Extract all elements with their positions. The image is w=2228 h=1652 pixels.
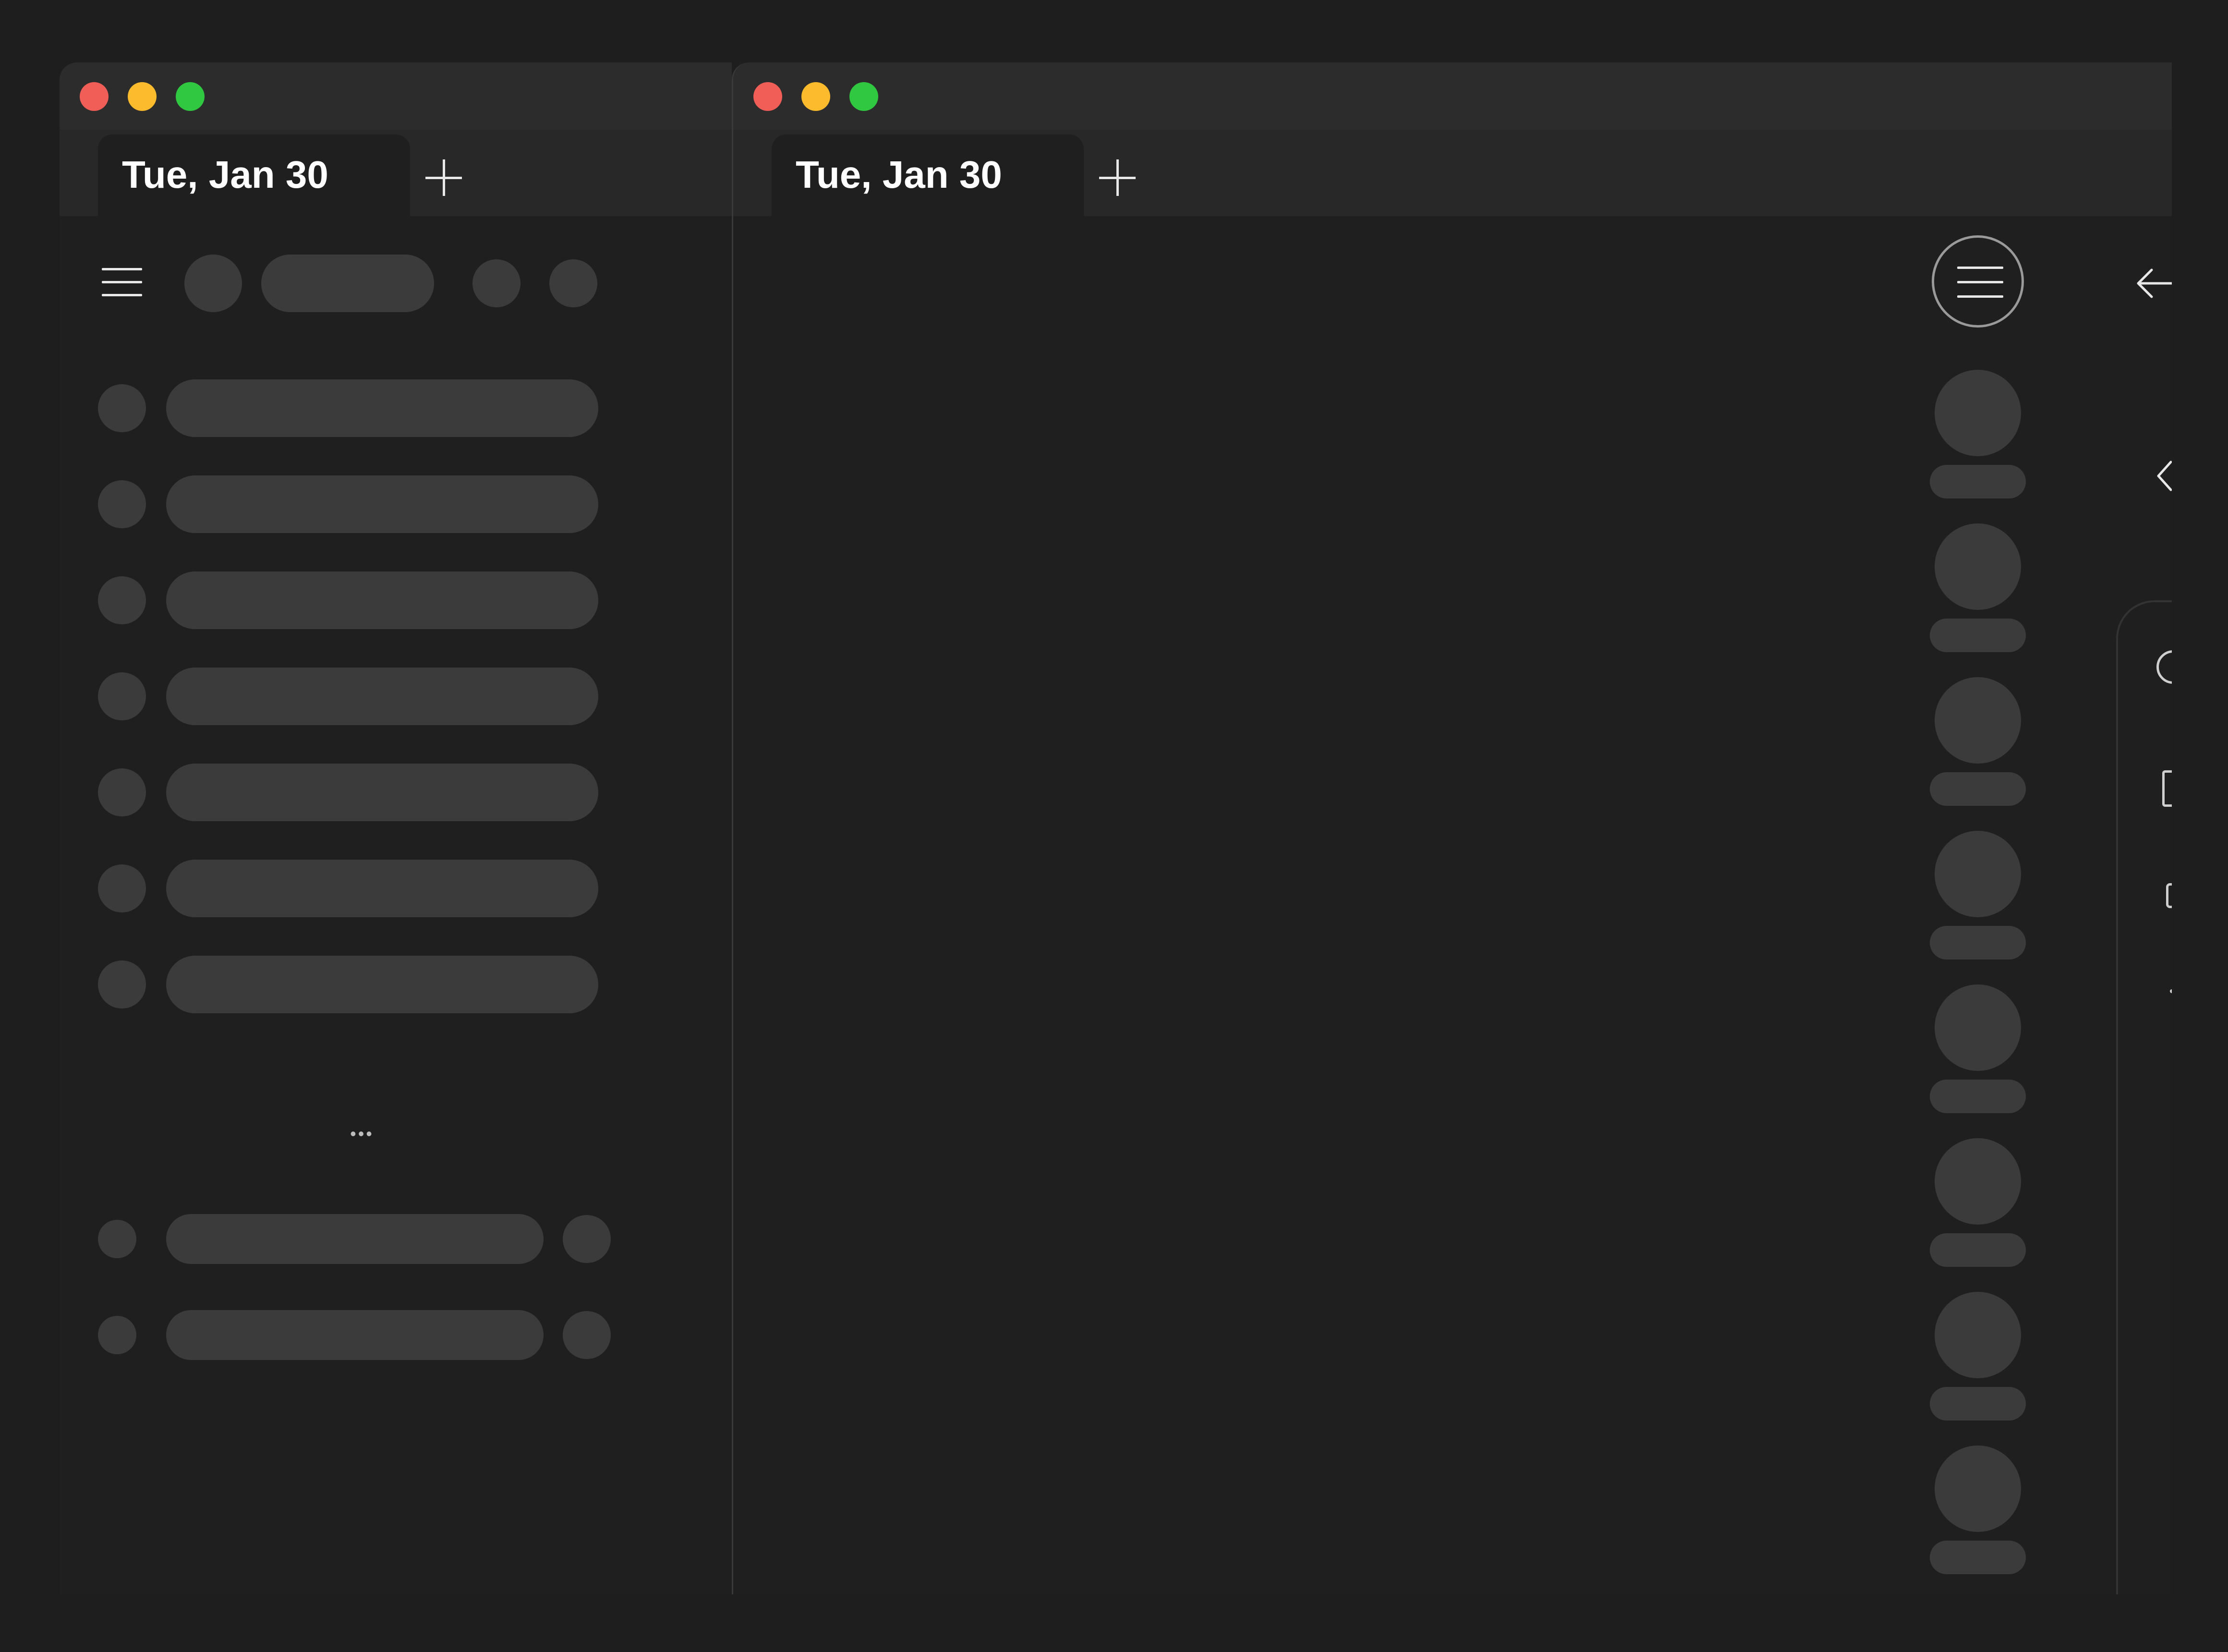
list-item[interactable] [166, 475, 598, 533]
more-indicator[interactable]: ••• [319, 1124, 405, 1144]
new-tab-button[interactable] [424, 158, 463, 197]
menu-icon[interactable] [102, 268, 142, 297]
rail-item-label [1930, 1233, 2026, 1267]
panel-icon[interactable] [2166, 883, 2172, 908]
list-item[interactable] [166, 571, 598, 629]
rail-item-label [1930, 926, 2026, 960]
rail-item-icon[interactable] [1935, 831, 2021, 917]
footer-item-action[interactable] [563, 1311, 611, 1359]
title-bar [60, 62, 732, 130]
new-tab-button[interactable] [1098, 158, 1137, 197]
toolbar-action[interactable] [472, 259, 521, 307]
panel-icon[interactable] [2156, 650, 2172, 684]
footer-item-icon [98, 1316, 136, 1354]
rail-item-label [1930, 1080, 2026, 1113]
back-arrow-icon[interactable] [2135, 264, 2172, 303]
footer-item[interactable] [166, 1310, 544, 1360]
rail-item-icon[interactable] [1935, 1292, 2021, 1378]
list-item-icon [98, 864, 146, 912]
list-item[interactable] [166, 956, 598, 1013]
rail-item-label [1930, 1387, 2026, 1421]
list-item-icon [98, 384, 146, 432]
rail-item-icon[interactable] [1935, 370, 2021, 456]
tab-title: Tue, Jan 30 [122, 153, 328, 196]
title-bar [733, 62, 2172, 130]
rail-item-icon[interactable] [1935, 677, 2021, 764]
tab[interactable]: Tue, Jan 30 [98, 134, 410, 216]
rail-item-label [1930, 1541, 2026, 1574]
list-item[interactable] [166, 379, 598, 437]
list-item-icon [98, 768, 146, 816]
toolbar-avatar[interactable] [184, 255, 242, 312]
close-window-button[interactable] [753, 82, 782, 111]
window-left: Tue, Jan 30 ••• [60, 62, 732, 1594]
footer-item-action[interactable] [563, 1215, 611, 1263]
rail-item-icon[interactable] [1935, 984, 2021, 1071]
menu-button[interactable] [1932, 235, 2024, 328]
tab[interactable]: Tue, Jan 30 [772, 134, 1084, 216]
menu-icon [1957, 267, 2003, 300]
list-item-icon [98, 576, 146, 624]
list-item-icon [98, 672, 146, 720]
toolbar-action[interactable] [549, 259, 597, 307]
footer-item-icon [98, 1220, 136, 1258]
minimize-window-button[interactable] [128, 82, 157, 111]
window-right: Tue, Jan 30 [732, 62, 2172, 1594]
list-item[interactable] [166, 764, 598, 821]
list-item[interactable] [166, 860, 598, 917]
footer-item[interactable] [166, 1214, 544, 1264]
rail-item-icon[interactable] [1935, 1446, 2021, 1532]
panel-icon[interactable] [2162, 770, 2172, 807]
rail-item-label [1930, 619, 2026, 652]
zoom-window-button[interactable] [849, 82, 878, 111]
toolbar-search-placeholder[interactable] [261, 255, 434, 312]
minimize-window-button[interactable] [801, 82, 830, 111]
list-item-icon [98, 960, 146, 1008]
rail-item-icon[interactable] [1935, 523, 2021, 610]
panel-dot [2170, 989, 2172, 993]
chevron-left-icon[interactable] [2155, 459, 2172, 493]
rail-item-icon[interactable] [1935, 1138, 2021, 1225]
close-window-button[interactable] [80, 82, 109, 111]
tab-title: Tue, Jan 30 [796, 153, 1002, 196]
side-panel [2116, 600, 2172, 1594]
zoom-window-button[interactable] [176, 82, 205, 111]
list-item[interactable] [166, 668, 598, 725]
list-item-icon [98, 480, 146, 528]
rail-item-label [1930, 772, 2026, 806]
rail-item-label [1930, 465, 2026, 498]
